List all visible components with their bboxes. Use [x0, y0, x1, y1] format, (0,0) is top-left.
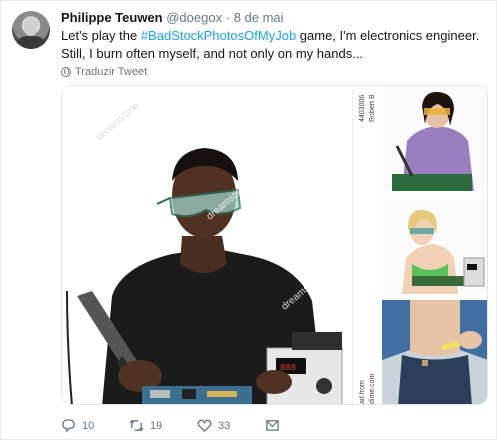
- strip-text: ad from: [359, 380, 366, 404]
- strip-text: 4403006: [359, 94, 366, 122]
- retweet-count: 19: [150, 419, 163, 432]
- like-button[interactable]: 33: [197, 418, 265, 433]
- tweet-media[interactable]: 888 dreamstime dreamstime dreamstime 440…: [61, 85, 488, 405]
- reply-count: 10: [82, 419, 95, 432]
- tweet-text-before: Let's play the: [61, 28, 141, 43]
- reply-button[interactable]: 10: [61, 418, 129, 433]
- tweet-text: Let's play the #BadStockPhotosOfMyJob ga…: [61, 27, 491, 63]
- tweet-date[interactable]: 8 de mai: [234, 10, 284, 25]
- reply-icon: [62, 419, 75, 433]
- globe-icon: [61, 67, 71, 77]
- direct-message-button[interactable]: [265, 418, 333, 433]
- side-stock-photo-1[interactable]: [382, 86, 488, 191]
- avatar-face: [24, 18, 38, 36]
- side-stock-photo-2[interactable]: [382, 198, 488, 294]
- strip-text: dime.com: [369, 373, 376, 404]
- tweet-header: Philippe Teuwen @doegox · 8 de mai: [61, 10, 284, 25]
- message-icon: [266, 420, 279, 431]
- translate-label: Traduzir Tweet: [75, 66, 148, 78]
- hashtag-link[interactable]: #BadStockPhotosOfMyJob: [141, 28, 296, 43]
- avatar[interactable]: [12, 11, 50, 49]
- strip-text: Robert B: [369, 94, 376, 122]
- side-stock-photo-3[interactable]: [382, 300, 488, 405]
- tweet-card[interactable]: Philippe Teuwen @doegox · 8 de mai Let's…: [0, 0, 497, 440]
- like-count: 33: [218, 419, 231, 432]
- avatar-body: [17, 36, 45, 49]
- author-handle[interactable]: @doegox: [166, 10, 222, 25]
- photo-strip: 4403006 Robert B ad from dime.com: [352, 86, 381, 404]
- retweet-icon: [129, 419, 144, 432]
- author-name[interactable]: Philippe Teuwen: [61, 10, 163, 25]
- separator-dot: ·: [225, 10, 231, 25]
- translate-tweet-button[interactable]: Traduzir Tweet: [61, 66, 147, 78]
- like-icon: [197, 419, 212, 433]
- tweet-actions: 10 19 33: [61, 418, 333, 433]
- retweet-button[interactable]: 19: [129, 418, 197, 433]
